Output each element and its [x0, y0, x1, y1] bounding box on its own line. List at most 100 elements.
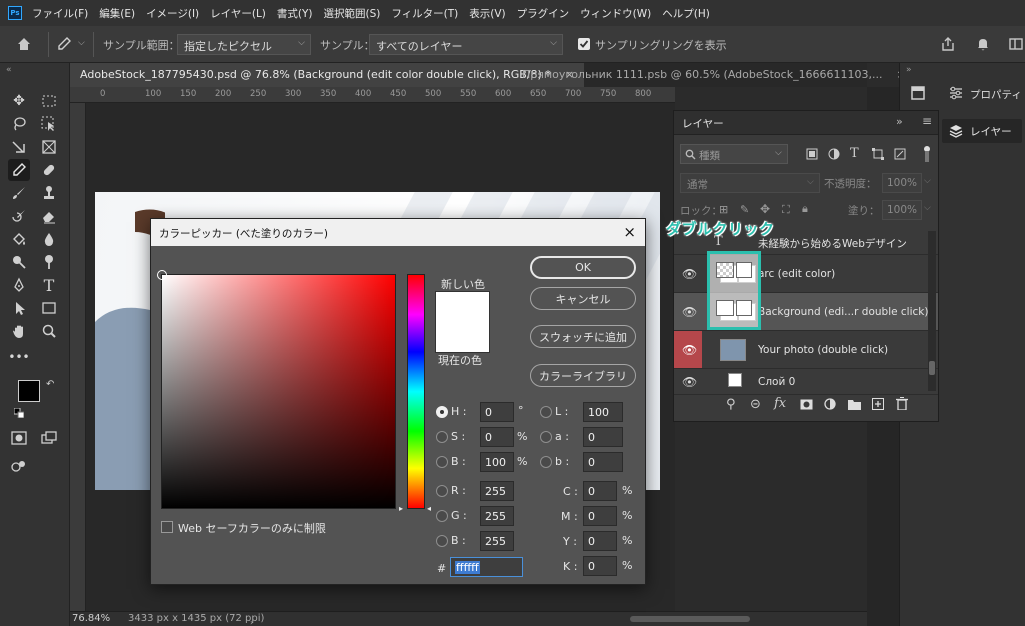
eye-icon[interactable]: 👁︎ — [682, 375, 697, 389]
dialog-title-bar[interactable]: カラーピッカー (べた塗りのカラー) × — [151, 219, 645, 246]
layer-thumbnail[interactable] — [720, 339, 746, 361]
brightness-field[interactable]: 100 — [480, 452, 514, 472]
menu-type[interactable]: 書式(Y) — [277, 6, 313, 21]
lock-transparent-icon[interactable]: ⊞ — [719, 203, 728, 216]
link-layers-icon[interactable]: ⚲ — [726, 397, 736, 412]
magenta-field[interactable]: 0 — [583, 506, 617, 526]
quick-mask-icon[interactable] — [8, 427, 30, 449]
collapse-icon[interactable]: « — [6, 65, 12, 75]
filter-adjustment-icon[interactable] — [828, 148, 840, 160]
lock-position-icon[interactable]: ✥ — [760, 202, 770, 216]
paint-bucket-tool-icon[interactable] — [8, 228, 30, 250]
lock-all-icon[interactable]: 🔒︎ — [802, 202, 808, 216]
collapse-icon[interactable]: » — [906, 65, 912, 75]
dodge-tool-icon[interactable] — [38, 251, 60, 273]
hue-radio[interactable] — [436, 406, 448, 418]
hue-slider-left-arrow[interactable]: ▸ — [399, 504, 403, 513]
lab-b-field[interactable]: 0 — [583, 452, 623, 472]
lab-b-radio[interactable] — [540, 456, 552, 468]
filter-toggle[interactable] — [924, 145, 930, 163]
eye-icon[interactable]: 👁︎ — [682, 343, 697, 357]
cyan-field[interactable]: 0 — [583, 481, 617, 501]
green-field[interactable]: 255 — [480, 506, 514, 526]
tab-document-2[interactable]: Прямоугольник 1111.psb @ 60.5% (AdobeSto… — [512, 63, 916, 87]
rectangle-tool-icon[interactable] — [38, 297, 60, 319]
eraser-tool-icon[interactable] — [38, 205, 60, 227]
layer-filter-dropdown[interactable]: 種類 ⌵ — [680, 144, 788, 164]
hue-field[interactable]: 0 — [480, 402, 514, 422]
swap-colors-icon[interactable]: ↶ — [46, 379, 54, 390]
marquee-tool-icon[interactable] — [38, 90, 60, 112]
menu-layer[interactable]: レイヤー(L) — [210, 6, 266, 21]
show-sampling-ring-checkbox[interactable] — [578, 38, 590, 50]
default-colors-icon[interactable] — [14, 408, 24, 418]
menu-edit[interactable]: 編集(E) — [99, 6, 135, 21]
cancel-button[interactable]: キャンセル — [530, 287, 636, 310]
layers-scrollbar[interactable] — [928, 231, 936, 391]
hue-slider-right-arrow[interactable]: ◂ — [427, 504, 431, 513]
saturation-radio[interactable] — [436, 431, 448, 443]
hue-slider[interactable] — [407, 274, 425, 509]
red-radio[interactable] — [436, 485, 448, 497]
brush-tool-icon[interactable] — [8, 182, 30, 204]
adjustment-layer-icon[interactable] — [824, 398, 836, 410]
menu-filter[interactable]: フィルター(T) — [391, 6, 458, 21]
filter-smart-object-icon[interactable] — [894, 148, 906, 160]
link-icon[interactable]: ⊝ — [750, 397, 761, 412]
lab-l-field[interactable]: 100 — [583, 402, 623, 422]
yellow-field[interactable]: 0 — [583, 531, 617, 551]
hand-tool-icon[interactable] — [8, 320, 30, 342]
eye-icon[interactable]: 👁︎ — [682, 267, 697, 281]
layer-row-photo[interactable]: 👁︎ Your photo (double click) — [674, 331, 938, 369]
add-to-swatches-button[interactable]: スウォッチに追加 — [530, 325, 636, 348]
close-icon[interactable]: × — [623, 223, 636, 241]
filter-shape-icon[interactable] — [872, 148, 884, 160]
sample-range-dropdown[interactable]: 指定したピクセル ⌵ — [177, 34, 311, 55]
menu-image[interactable]: イメージ(I) — [146, 6, 199, 21]
lock-artboard-icon[interactable]: ⛶ — [782, 203, 790, 217]
edit-toolbar-icon[interactable] — [8, 455, 30, 477]
blue-radio[interactable] — [436, 535, 448, 547]
chevron-down-icon[interactable]: ⌵ — [78, 38, 85, 48]
library-icon[interactable] — [910, 85, 926, 101]
fill-field[interactable]: 100% — [882, 200, 922, 220]
web-safe-checkbox[interactable] — [161, 521, 173, 533]
object-select-tool-icon[interactable] — [38, 113, 60, 135]
frame-tool-icon[interactable] — [38, 136, 60, 158]
green-radio[interactable] — [436, 510, 448, 522]
saturation-field[interactable]: 0 — [480, 427, 514, 447]
properties-panel-label[interactable]: プロパティ — [970, 87, 1022, 102]
scroll-thumb[interactable] — [929, 361, 935, 375]
zoom-level[interactable]: 76.84% — [72, 613, 110, 624]
filter-pixel-icon[interactable] — [806, 148, 818, 160]
sample-dropdown[interactable]: すべてのレイヤー ⌵ — [369, 34, 563, 55]
color-libraries-button[interactable]: カラーライブラリ — [530, 364, 636, 387]
dodge-tool-icon[interactable] — [8, 251, 30, 273]
menu-plugins[interactable]: プラグイン — [517, 6, 570, 21]
move-tool-icon[interactable]: ✥ — [8, 90, 30, 112]
panel-menu-icon[interactable]: ≡ — [922, 114, 932, 128]
hex-field[interactable]: ffffff — [450, 557, 523, 577]
foreground-color-swatch[interactable] — [18, 380, 40, 402]
lab-a-field[interactable]: 0 — [583, 427, 623, 447]
chevron-down-icon[interactable]: ⌵ — [924, 203, 931, 213]
new-layer-icon[interactable] — [872, 398, 884, 410]
menu-window[interactable]: ウィンドウ(W) — [580, 6, 651, 21]
filter-type-icon[interactable]: T — [850, 146, 859, 161]
chevron-down-icon[interactable]: ⌵ — [924, 176, 931, 186]
color-field[interactable] — [157, 270, 396, 509]
blur-tool-icon[interactable] — [38, 228, 60, 250]
eye-icon[interactable]: 👁︎ — [682, 305, 697, 319]
more-tools-icon[interactable]: ••• — [8, 346, 30, 368]
menu-view[interactable]: 表示(V) — [469, 6, 505, 21]
screen-mode-icon[interactable] — [38, 427, 60, 449]
properties-icon[interactable] — [948, 85, 964, 101]
menu-file[interactable]: ファイル(F) — [32, 6, 88, 21]
blend-mode-dropdown[interactable]: 通常 ⌵ — [680, 173, 820, 193]
lasso-tool-icon[interactable] — [8, 113, 30, 135]
add-mask-icon[interactable] — [800, 399, 813, 410]
history-brush-tool-icon[interactable] — [8, 205, 30, 227]
layers-panel-button[interactable]: レイヤー — [942, 119, 1022, 143]
workspace-icon[interactable] — [1008, 36, 1024, 52]
black-field[interactable]: 0 — [583, 556, 617, 576]
